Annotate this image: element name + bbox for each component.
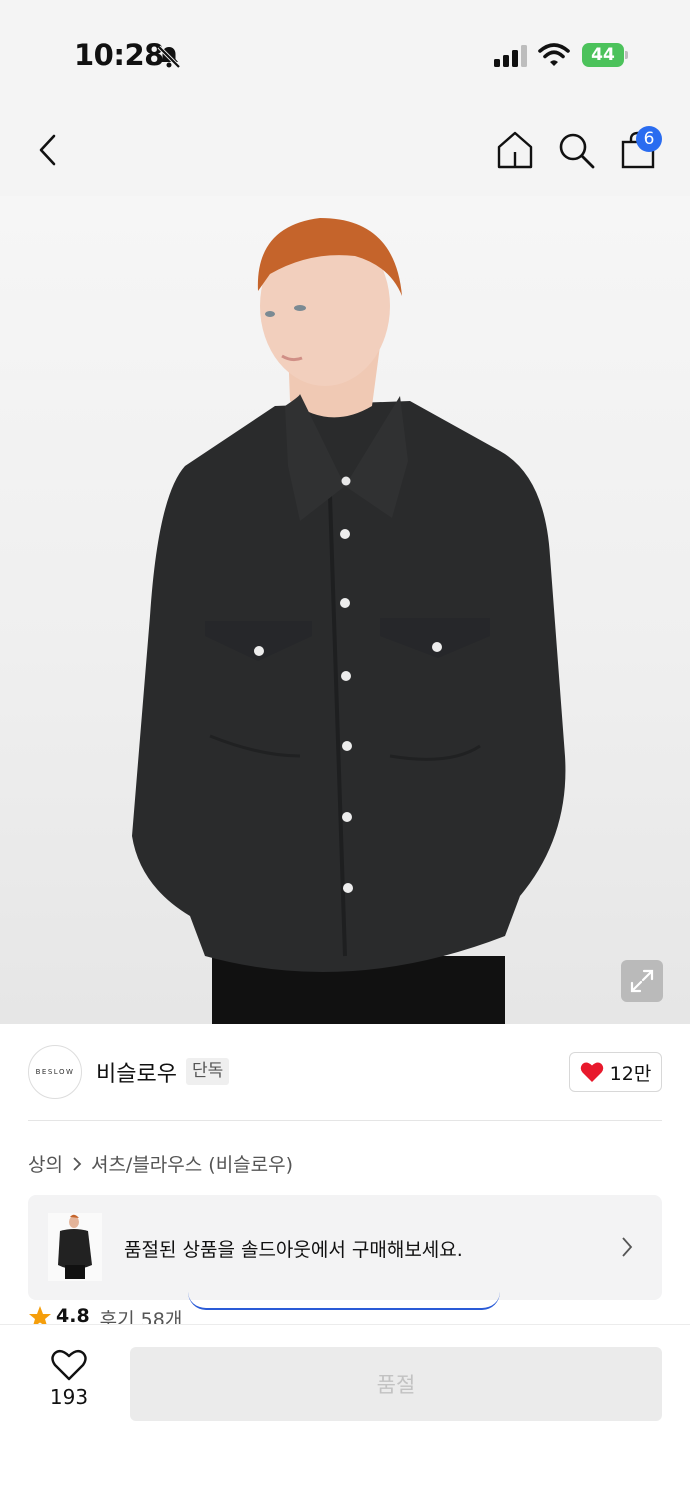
battery-level: 44 [591, 45, 615, 65]
bottom-action-bar: 193 품절 [0, 1324, 690, 1500]
chevron-left-icon [39, 134, 56, 166]
top-navigation: 6 [0, 110, 690, 196]
product-photo [132, 218, 566, 1024]
home-button[interactable] [493, 128, 537, 172]
search-button[interactable] [554, 128, 598, 172]
divider [28, 1120, 662, 1121]
breadcrumb: 상의 셔츠/블라우스 (비슬로우) [28, 1150, 293, 1177]
brand-like-button[interactable]: 12만 [569, 1052, 662, 1092]
chevron-right-icon [622, 1237, 633, 1257]
banner-product-thumbnail [48, 1213, 102, 1281]
wifi-icon [538, 42, 570, 72]
breadcrumb-category[interactable]: 상의 [28, 1150, 63, 1177]
tooltip-outline [188, 1280, 500, 1310]
battery-icon: 44 [582, 43, 628, 67]
chevron-right-icon [73, 1156, 82, 1171]
soldout-button[interactable]: 품절 [130, 1347, 662, 1421]
wishlist-count: 193 [49, 1385, 89, 1409]
brand-logo[interactable]: BESLOW [28, 1045, 82, 1099]
exclusive-badge: 단독 [186, 1058, 230, 1085]
status-time: 10:28 [74, 38, 164, 72]
wishlist-button[interactable]: 193 [36, 1349, 102, 1419]
breadcrumb-subcategory[interactable]: 셔츠/블라우스 (비슬로우) [91, 1150, 293, 1177]
back-button[interactable] [26, 128, 70, 172]
cart-count-badge: 6 [636, 126, 662, 152]
expand-icon [630, 969, 654, 993]
home-icon [497, 131, 533, 169]
search-icon [559, 133, 595, 169]
banner-text: 품절된 상품을 솔드아웃에서 구매해보세요. [124, 1239, 463, 1261]
brand-like-count: 12만 [609, 1062, 652, 1085]
expand-image-button[interactable] [621, 960, 663, 1002]
brand-row: BESLOW 비슬로우 단독 12만 [0, 1024, 690, 1120]
product-image[interactable] [0, 196, 690, 1024]
heart-filled-icon [580, 1062, 603, 1082]
brand-logo-text: BESLOW [35, 1068, 75, 1076]
brand-name[interactable]: 비슬로우 [96, 1056, 177, 1088]
soldout-button-label: 품절 [376, 1373, 416, 1397]
cellular-signal-icon [494, 45, 528, 71]
bell-off-icon [156, 44, 182, 74]
heart-outline-icon [51, 1349, 87, 1381]
status-bar: 10:28 44 [0, 0, 690, 110]
